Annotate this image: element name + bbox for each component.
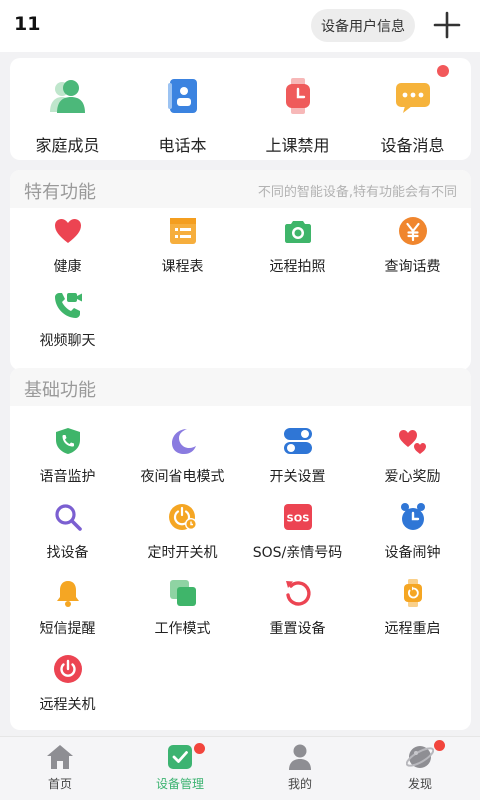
timed-power-button[interactable]: 定时开关机 — [125, 502, 240, 576]
switch-settings-button[interactable]: 开关设置 — [240, 426, 355, 500]
remote-restart-label: 远程重启 — [384, 621, 441, 637]
query-balance-label: 查询话费 — [384, 259, 441, 275]
schedule-icon — [168, 216, 198, 246]
remote-photo-button[interactable]: 远程拍照 — [240, 216, 355, 290]
device-alarm-button[interactable]: 设备闹钟 — [355, 502, 470, 576]
moon-icon — [168, 426, 198, 456]
timed-power-label: 定时开关机 — [147, 545, 218, 561]
class-disable-watch-icon — [278, 76, 318, 116]
family-members-button[interactable]: 家庭成员 — [10, 58, 125, 160]
family-members-label: 家庭成员 — [35, 136, 100, 155]
family-members-icon — [48, 76, 88, 116]
section-hint: 不同的智能设备,特有功能会有不同 — [257, 185, 457, 200]
reset-device-button[interactable]: 重置设备 — [240, 578, 355, 652]
tab-label: 我的 — [287, 777, 312, 791]
power-off-icon — [53, 654, 83, 684]
remote-restart-icon — [398, 578, 428, 608]
class-disable-button[interactable]: 上课禁用 — [240, 58, 355, 160]
bell-icon — [53, 578, 83, 608]
phonebook-label: 电话本 — [158, 136, 207, 155]
home-icon — [46, 743, 74, 771]
remote-shutdown-label: 远程关机 — [39, 697, 96, 713]
remote-restart-button[interactable]: 远程重启 — [355, 578, 470, 652]
tab-device-manage[interactable]: 设备管理 — [120, 737, 240, 800]
schedule-button[interactable]: 课程表 — [125, 216, 240, 290]
tab-label: 发现 — [407, 777, 432, 791]
bottom-tab-bar: 首页 设备管理 我的 发现 — [0, 736, 480, 800]
work-mode-button[interactable]: 工作模式 — [125, 578, 240, 652]
notification-badge — [437, 65, 449, 77]
device-message-label: 设备消息 — [380, 136, 445, 155]
notification-badge — [434, 740, 445, 751]
plus-icon[interactable] — [430, 8, 464, 42]
class-disable-label: 上课禁用 — [265, 136, 330, 155]
section-title: 基础功能 — [24, 380, 96, 401]
query-balance-button[interactable]: 查询话费 — [355, 216, 470, 290]
find-device-button[interactable]: 找设备 — [10, 502, 125, 576]
notification-badge — [194, 743, 205, 754]
phonebook-button[interactable]: 电话本 — [125, 58, 240, 160]
remote-shutdown-button[interactable]: 远程关机 — [10, 654, 125, 728]
phonebook-icon — [163, 76, 203, 116]
tab-home[interactable]: 首页 — [0, 737, 120, 800]
health-label: 健康 — [53, 259, 82, 275]
reset-device-label: 重置设备 — [269, 621, 326, 637]
tab-label: 首页 — [47, 777, 72, 791]
sms-reminder-label: 短信提醒 — [39, 621, 96, 637]
hearts-icon — [398, 426, 428, 456]
device-alarm-label: 设备闹钟 — [384, 545, 441, 561]
remote-photo-label: 远程拍照 — [269, 259, 326, 275]
timed-power-icon — [168, 502, 198, 532]
switch-settings-label: 开关设置 — [269, 469, 326, 485]
love-reward-button[interactable]: 爱心奖励 — [355, 426, 470, 500]
camera-icon — [283, 216, 313, 246]
heart-icon — [53, 216, 83, 246]
night-power-saving-label: 夜间省电模式 — [140, 469, 225, 485]
tab-discover[interactable]: 发现 — [360, 737, 480, 800]
video-chat-label: 视频聊天 — [39, 333, 96, 349]
device-manage-icon — [166, 743, 194, 771]
health-button[interactable]: 健康 — [10, 216, 125, 290]
yuan-coin-icon — [398, 216, 428, 246]
svg-text:SOS: SOS — [286, 514, 309, 525]
tab-label: 设备管理 — [155, 777, 204, 791]
sos-icon: SOS — [283, 502, 313, 532]
voice-monitor-button[interactable]: 语音监护 — [10, 426, 125, 500]
work-mode-label: 工作模式 — [154, 621, 211, 637]
sms-reminder-button[interactable]: 短信提醒 — [10, 578, 125, 652]
video-call-icon — [53, 290, 83, 320]
basic-functions-section: 基础功能 语音监护 夜间省电模式 开关设置 爱心奖励 找设备 定时开关机 SOS… — [10, 368, 471, 730]
schedule-label: 课程表 — [161, 259, 204, 275]
section-header: 特有功能 不同的智能设备,特有功能会有不同 — [10, 170, 471, 208]
work-mode-icon — [168, 578, 198, 608]
voice-monitor-icon — [53, 426, 83, 456]
search-icon — [53, 502, 83, 532]
alarm-clock-icon — [398, 502, 428, 532]
toggle-icon — [283, 426, 313, 456]
device-name: 11 — [14, 13, 41, 35]
top-bar: 11 设备用户信息 — [0, 0, 480, 52]
section-header: 基础功能 — [10, 368, 471, 406]
quick-actions-card: 家庭成员 电话本 上课禁用 设备消息 — [10, 58, 471, 160]
special-functions-section: 特有功能 不同的智能设备,特有功能会有不同 健康 课程表 远程拍照 查询话费 视… — [10, 170, 471, 370]
tab-profile[interactable]: 我的 — [240, 737, 360, 800]
night-power-saving-button[interactable]: 夜间省电模式 — [125, 426, 240, 500]
device-message-icon — [393, 76, 433, 116]
love-reward-label: 爱心奖励 — [384, 469, 441, 485]
section-title: 特有功能 — [24, 182, 96, 203]
sos-numbers-label: SOS/亲情号码 — [252, 545, 343, 561]
voice-monitor-label: 语音监护 — [39, 469, 96, 485]
sos-numbers-button[interactable]: SOS SOS/亲情号码 — [240, 502, 355, 576]
profile-icon — [286, 743, 314, 771]
reset-icon — [283, 578, 313, 608]
video-chat-button[interactable]: 视频聊天 — [10, 290, 125, 364]
find-device-label: 找设备 — [46, 545, 89, 561]
device-user-info-button[interactable]: 设备用户信息 — [311, 9, 415, 42]
device-message-button[interactable]: 设备消息 — [355, 58, 470, 160]
discover-planet-icon — [405, 743, 435, 771]
